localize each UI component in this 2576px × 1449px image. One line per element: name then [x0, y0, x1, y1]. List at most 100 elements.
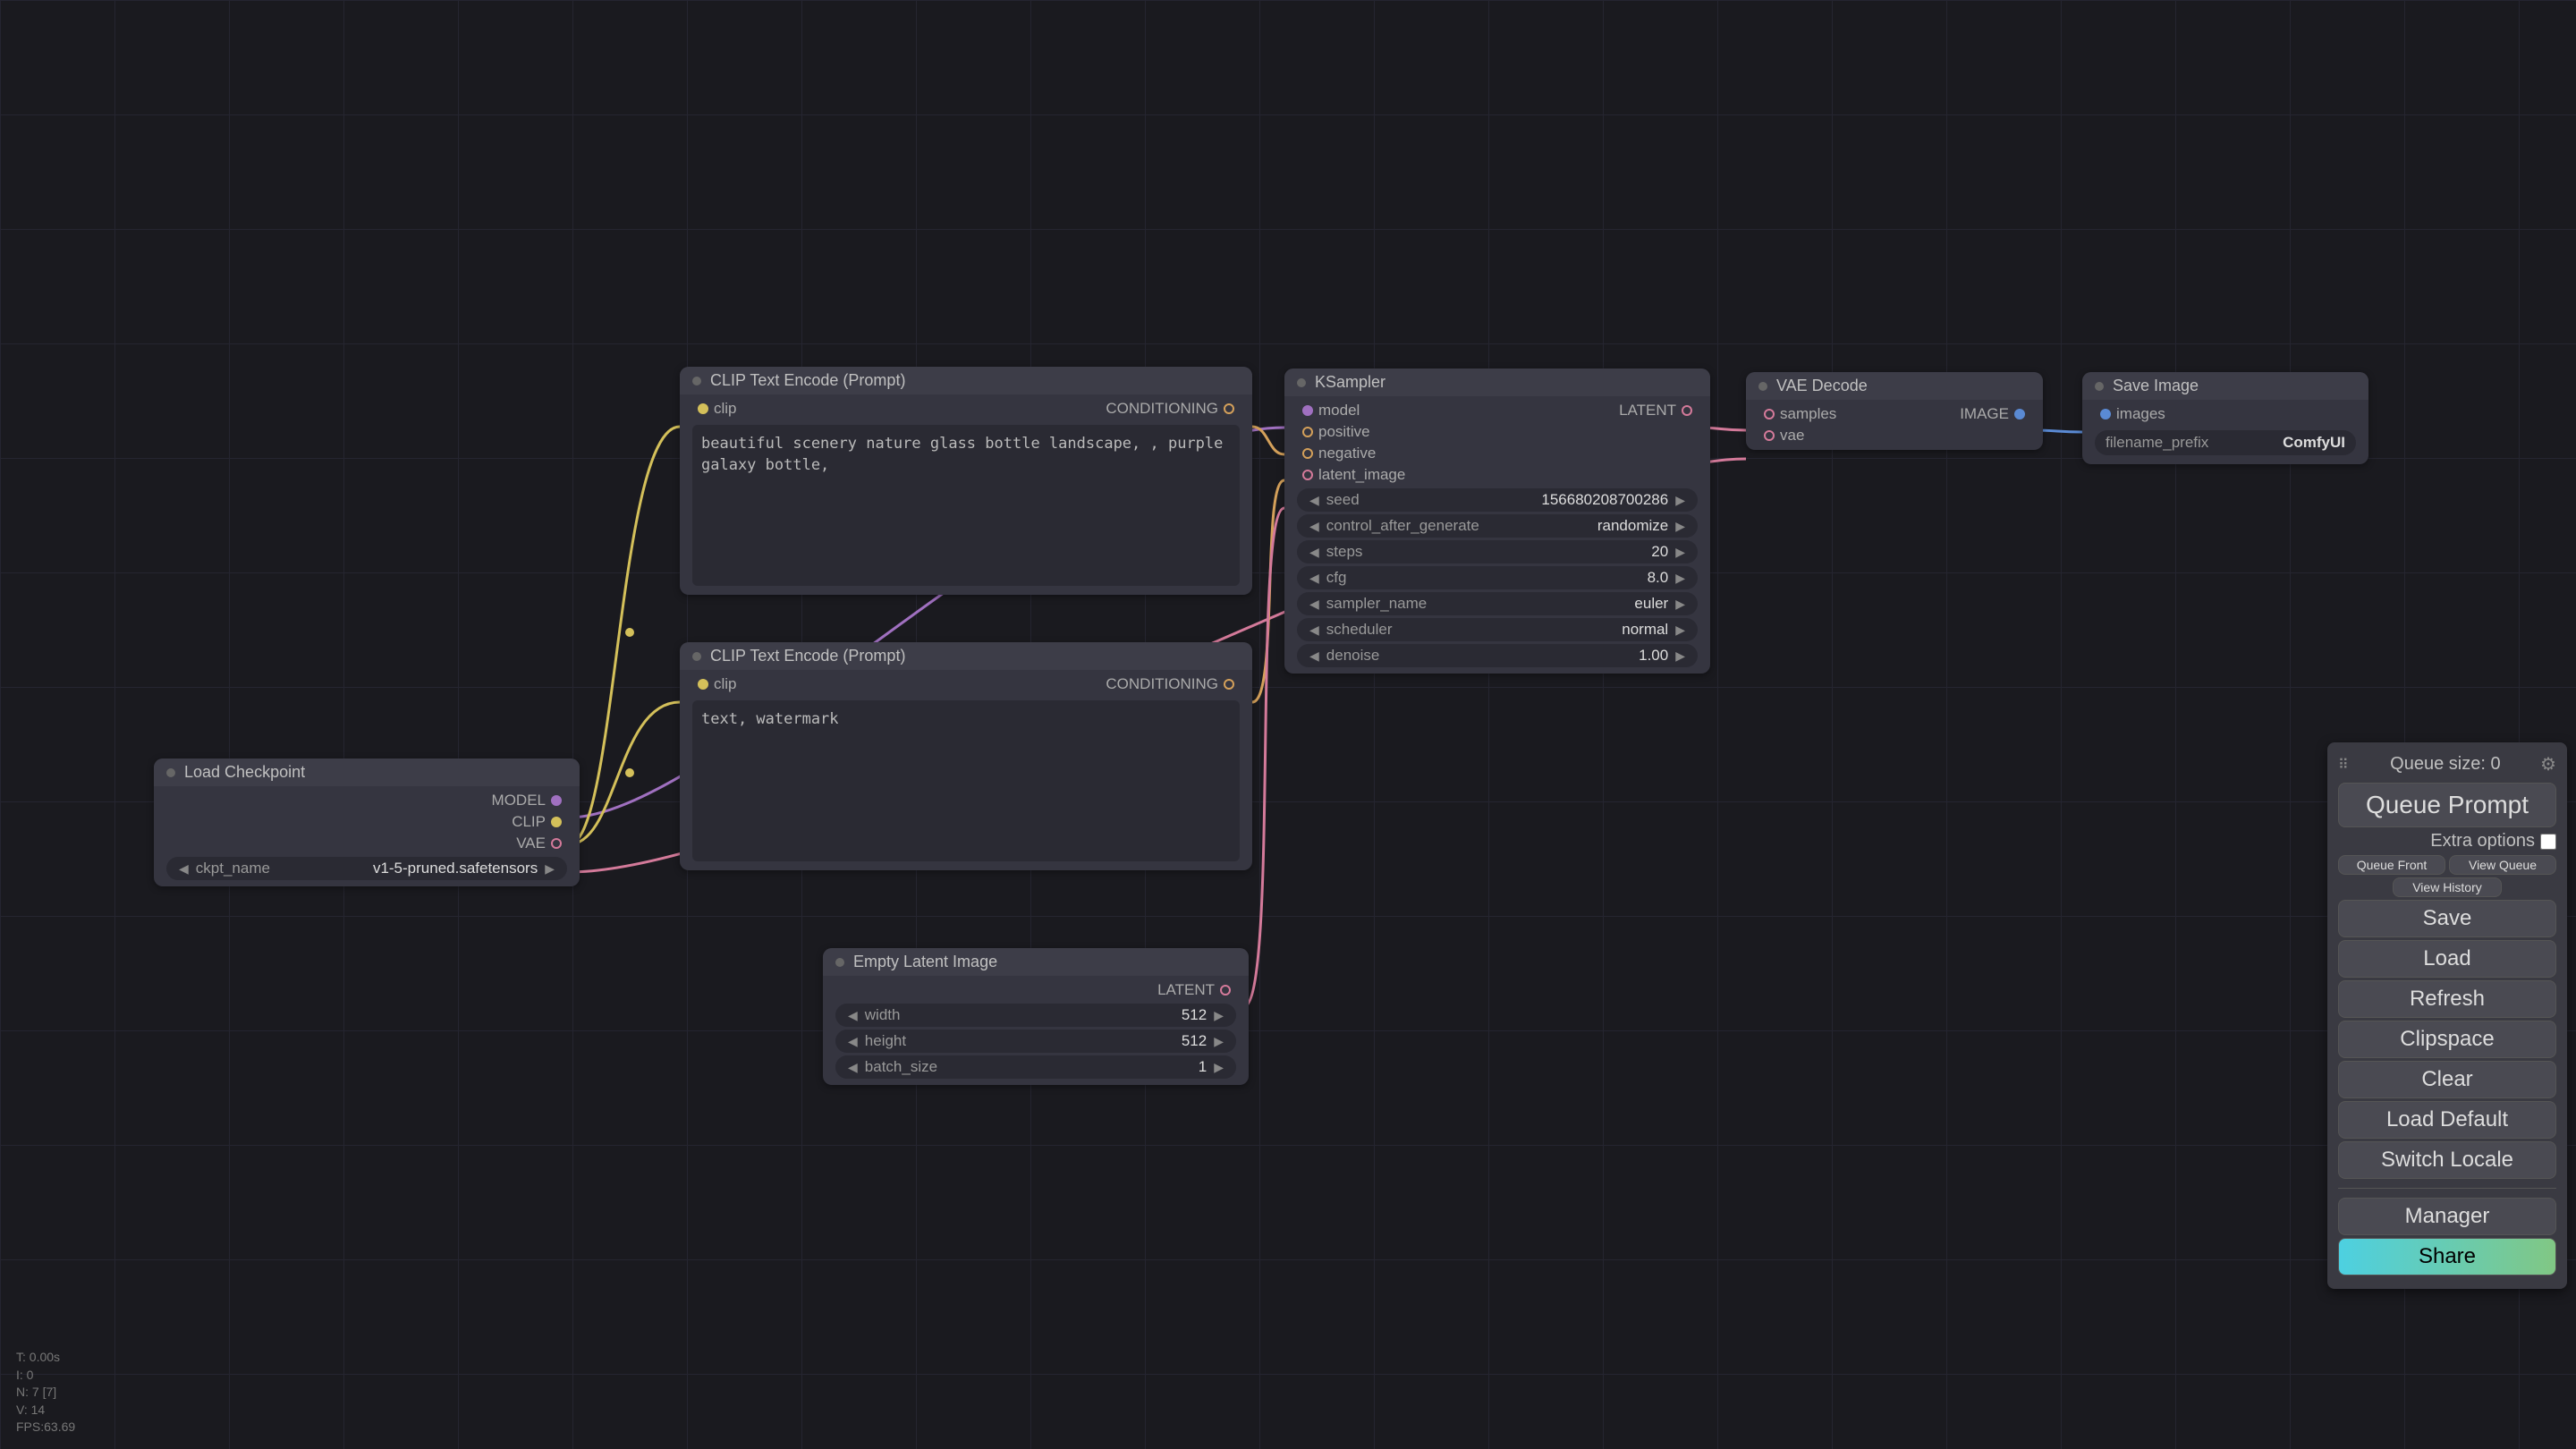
next-icon[interactable]: ▶	[1210, 1034, 1227, 1049]
next-icon[interactable]: ▶	[1210, 1008, 1227, 1023]
port-icon[interactable]	[551, 795, 562, 806]
collapse-icon[interactable]	[1758, 382, 1767, 391]
port-icon[interactable]	[1224, 403, 1234, 414]
wire-handle[interactable]	[625, 628, 634, 637]
node-vae-decode[interactable]: VAE Decode samples IMAGE vae	[1746, 372, 2043, 450]
node-empty-latent[interactable]: Empty Latent Image LATENT ◀width512▶ ◀he…	[823, 948, 1249, 1085]
collapse-icon[interactable]	[2095, 382, 2104, 391]
port-icon[interactable]	[698, 679, 708, 690]
node-header[interactable]: VAE Decode	[1746, 372, 2043, 400]
node-ksampler[interactable]: KSampler model LATENT positive negative …	[1284, 369, 1710, 674]
cfg-input[interactable]: ◀cfg8.0▶	[1297, 566, 1698, 589]
collapse-icon[interactable]	[692, 377, 701, 386]
collapse-icon[interactable]	[166, 768, 175, 777]
port-icon[interactable]	[551, 817, 562, 827]
next-icon[interactable]: ▶	[1672, 493, 1689, 508]
prev-icon[interactable]: ◀	[844, 1034, 861, 1049]
width-input[interactable]: ◀width512▶	[835, 1004, 1236, 1027]
prev-icon[interactable]: ◀	[1306, 571, 1323, 586]
output-conditioning[interactable]: CONDITIONING	[1093, 674, 1252, 695]
next-icon[interactable]: ▶	[1672, 545, 1689, 560]
save-button[interactable]: Save	[2338, 900, 2556, 937]
node-header[interactable]: CLIP Text Encode (Prompt)	[680, 367, 1252, 394]
share-button[interactable]: Share	[2338, 1238, 2556, 1275]
node-header[interactable]: KSampler	[1284, 369, 1710, 396]
refresh-button[interactable]: Refresh	[2338, 980, 2556, 1018]
port-icon[interactable]	[1302, 470, 1313, 480]
batch-size-input[interactable]: ◀batch_size1▶	[835, 1055, 1236, 1079]
input-vae[interactable]: vae	[1746, 425, 2043, 446]
node-clip-encode-negative[interactable]: CLIP Text Encode (Prompt) clip CONDITION…	[680, 642, 1252, 870]
extra-options-checkbox[interactable]	[2540, 834, 2556, 850]
switch-locale-button[interactable]: Switch Locale	[2338, 1141, 2556, 1179]
sampler-name-input[interactable]: ◀sampler_nameeuler▶	[1297, 592, 1698, 615]
input-clip[interactable]: clip	[680, 398, 750, 419]
prompt-textarea[interactable]: beautiful scenery nature glass bottle la…	[692, 425, 1240, 586]
steps-input[interactable]: ◀steps20▶	[1297, 540, 1698, 564]
next-icon[interactable]: ▶	[1672, 597, 1689, 612]
control-after-generate[interactable]: ◀control_after_generaterandomize▶	[1297, 514, 1698, 538]
ckpt-name-selector[interactable]: ◀ckpt_namev1-5-pruned.safetensors▶	[166, 857, 567, 880]
node-load-checkpoint[interactable]: Load Checkpoint MODEL CLIP VAE ◀ckpt_nam…	[154, 758, 580, 886]
seed-input[interactable]: ◀seed156680208700286▶	[1297, 488, 1698, 512]
node-save-image[interactable]: Save Image images filename_prefixComfyUI	[2082, 372, 2368, 464]
port-icon[interactable]	[1224, 679, 1234, 690]
input-positive[interactable]: positive	[1284, 421, 1710, 443]
port-icon[interactable]	[1682, 405, 1692, 416]
node-clip-encode-positive[interactable]: CLIP Text Encode (Prompt) clip CONDITION…	[680, 367, 1252, 595]
next-icon[interactable]: ▶	[1672, 648, 1689, 664]
output-vae[interactable]: VAE	[154, 833, 580, 854]
prev-icon[interactable]: ◀	[1306, 597, 1323, 612]
output-latent[interactable]: LATENT	[823, 979, 1249, 1001]
port-icon[interactable]	[2100, 409, 2111, 419]
input-model[interactable]: model	[1284, 400, 1372, 421]
port-icon[interactable]	[1764, 430, 1775, 441]
height-input[interactable]: ◀height512▶	[835, 1030, 1236, 1053]
port-icon[interactable]	[698, 403, 708, 414]
clear-button[interactable]: Clear	[2338, 1061, 2556, 1098]
prev-icon[interactable]: ◀	[1306, 519, 1323, 534]
manager-button[interactable]: Manager	[2338, 1198, 2556, 1235]
filename-prefix-input[interactable]: filename_prefixComfyUI	[2095, 430, 2356, 455]
prev-icon[interactable]: ◀	[1306, 623, 1323, 638]
drag-handle-icon[interactable]: ⠿	[2338, 756, 2351, 774]
next-icon[interactable]: ▶	[541, 861, 558, 877]
port-icon[interactable]	[1302, 448, 1313, 459]
port-icon[interactable]	[2014, 409, 2025, 419]
output-image[interactable]: IMAGE	[1947, 403, 2043, 425]
scheduler-input[interactable]: ◀schedulernormal▶	[1297, 618, 1698, 641]
port-icon[interactable]	[1302, 405, 1313, 416]
prev-icon[interactable]: ◀	[1306, 648, 1323, 664]
port-icon[interactable]	[551, 838, 562, 849]
control-panel[interactable]: ⠿ Queue size: 0 ⚙ Queue Prompt Extra opt…	[2327, 742, 2567, 1289]
load-button[interactable]: Load	[2338, 940, 2556, 978]
prev-icon[interactable]: ◀	[844, 1060, 861, 1075]
prev-icon[interactable]: ◀	[175, 861, 192, 877]
node-canvas[interactable]: Load Checkpoint MODEL CLIP VAE ◀ckpt_nam…	[0, 0, 2576, 1449]
next-icon[interactable]: ▶	[1672, 519, 1689, 534]
input-images[interactable]: images	[2082, 403, 2368, 425]
input-samples[interactable]: samples	[1746, 403, 1849, 425]
output-conditioning[interactable]: CONDITIONING	[1093, 398, 1252, 419]
wire-handle[interactable]	[625, 768, 634, 777]
node-header[interactable]: Empty Latent Image	[823, 948, 1249, 976]
port-icon[interactable]	[1764, 409, 1775, 419]
denoise-input[interactable]: ◀denoise1.00▶	[1297, 644, 1698, 667]
port-icon[interactable]	[1302, 427, 1313, 437]
next-icon[interactable]: ▶	[1210, 1060, 1227, 1075]
input-latent-image[interactable]: latent_image	[1284, 464, 1710, 486]
gear-icon[interactable]: ⚙	[2540, 753, 2556, 775]
input-clip[interactable]: clip	[680, 674, 750, 695]
output-latent[interactable]: LATENT	[1606, 400, 1710, 421]
collapse-icon[interactable]	[692, 652, 701, 661]
prompt-textarea[interactable]: text, watermark	[692, 700, 1240, 861]
node-header[interactable]: Load Checkpoint	[154, 758, 580, 786]
output-model[interactable]: MODEL	[154, 790, 580, 811]
clipspace-button[interactable]: Clipspace	[2338, 1021, 2556, 1058]
view-history-button[interactable]: View History	[2393, 877, 2502, 897]
prev-icon[interactable]: ◀	[1306, 493, 1323, 508]
prev-icon[interactable]: ◀	[1306, 545, 1323, 560]
node-header[interactable]: Save Image	[2082, 372, 2368, 400]
collapse-icon[interactable]	[835, 958, 844, 967]
collapse-icon[interactable]	[1297, 378, 1306, 387]
